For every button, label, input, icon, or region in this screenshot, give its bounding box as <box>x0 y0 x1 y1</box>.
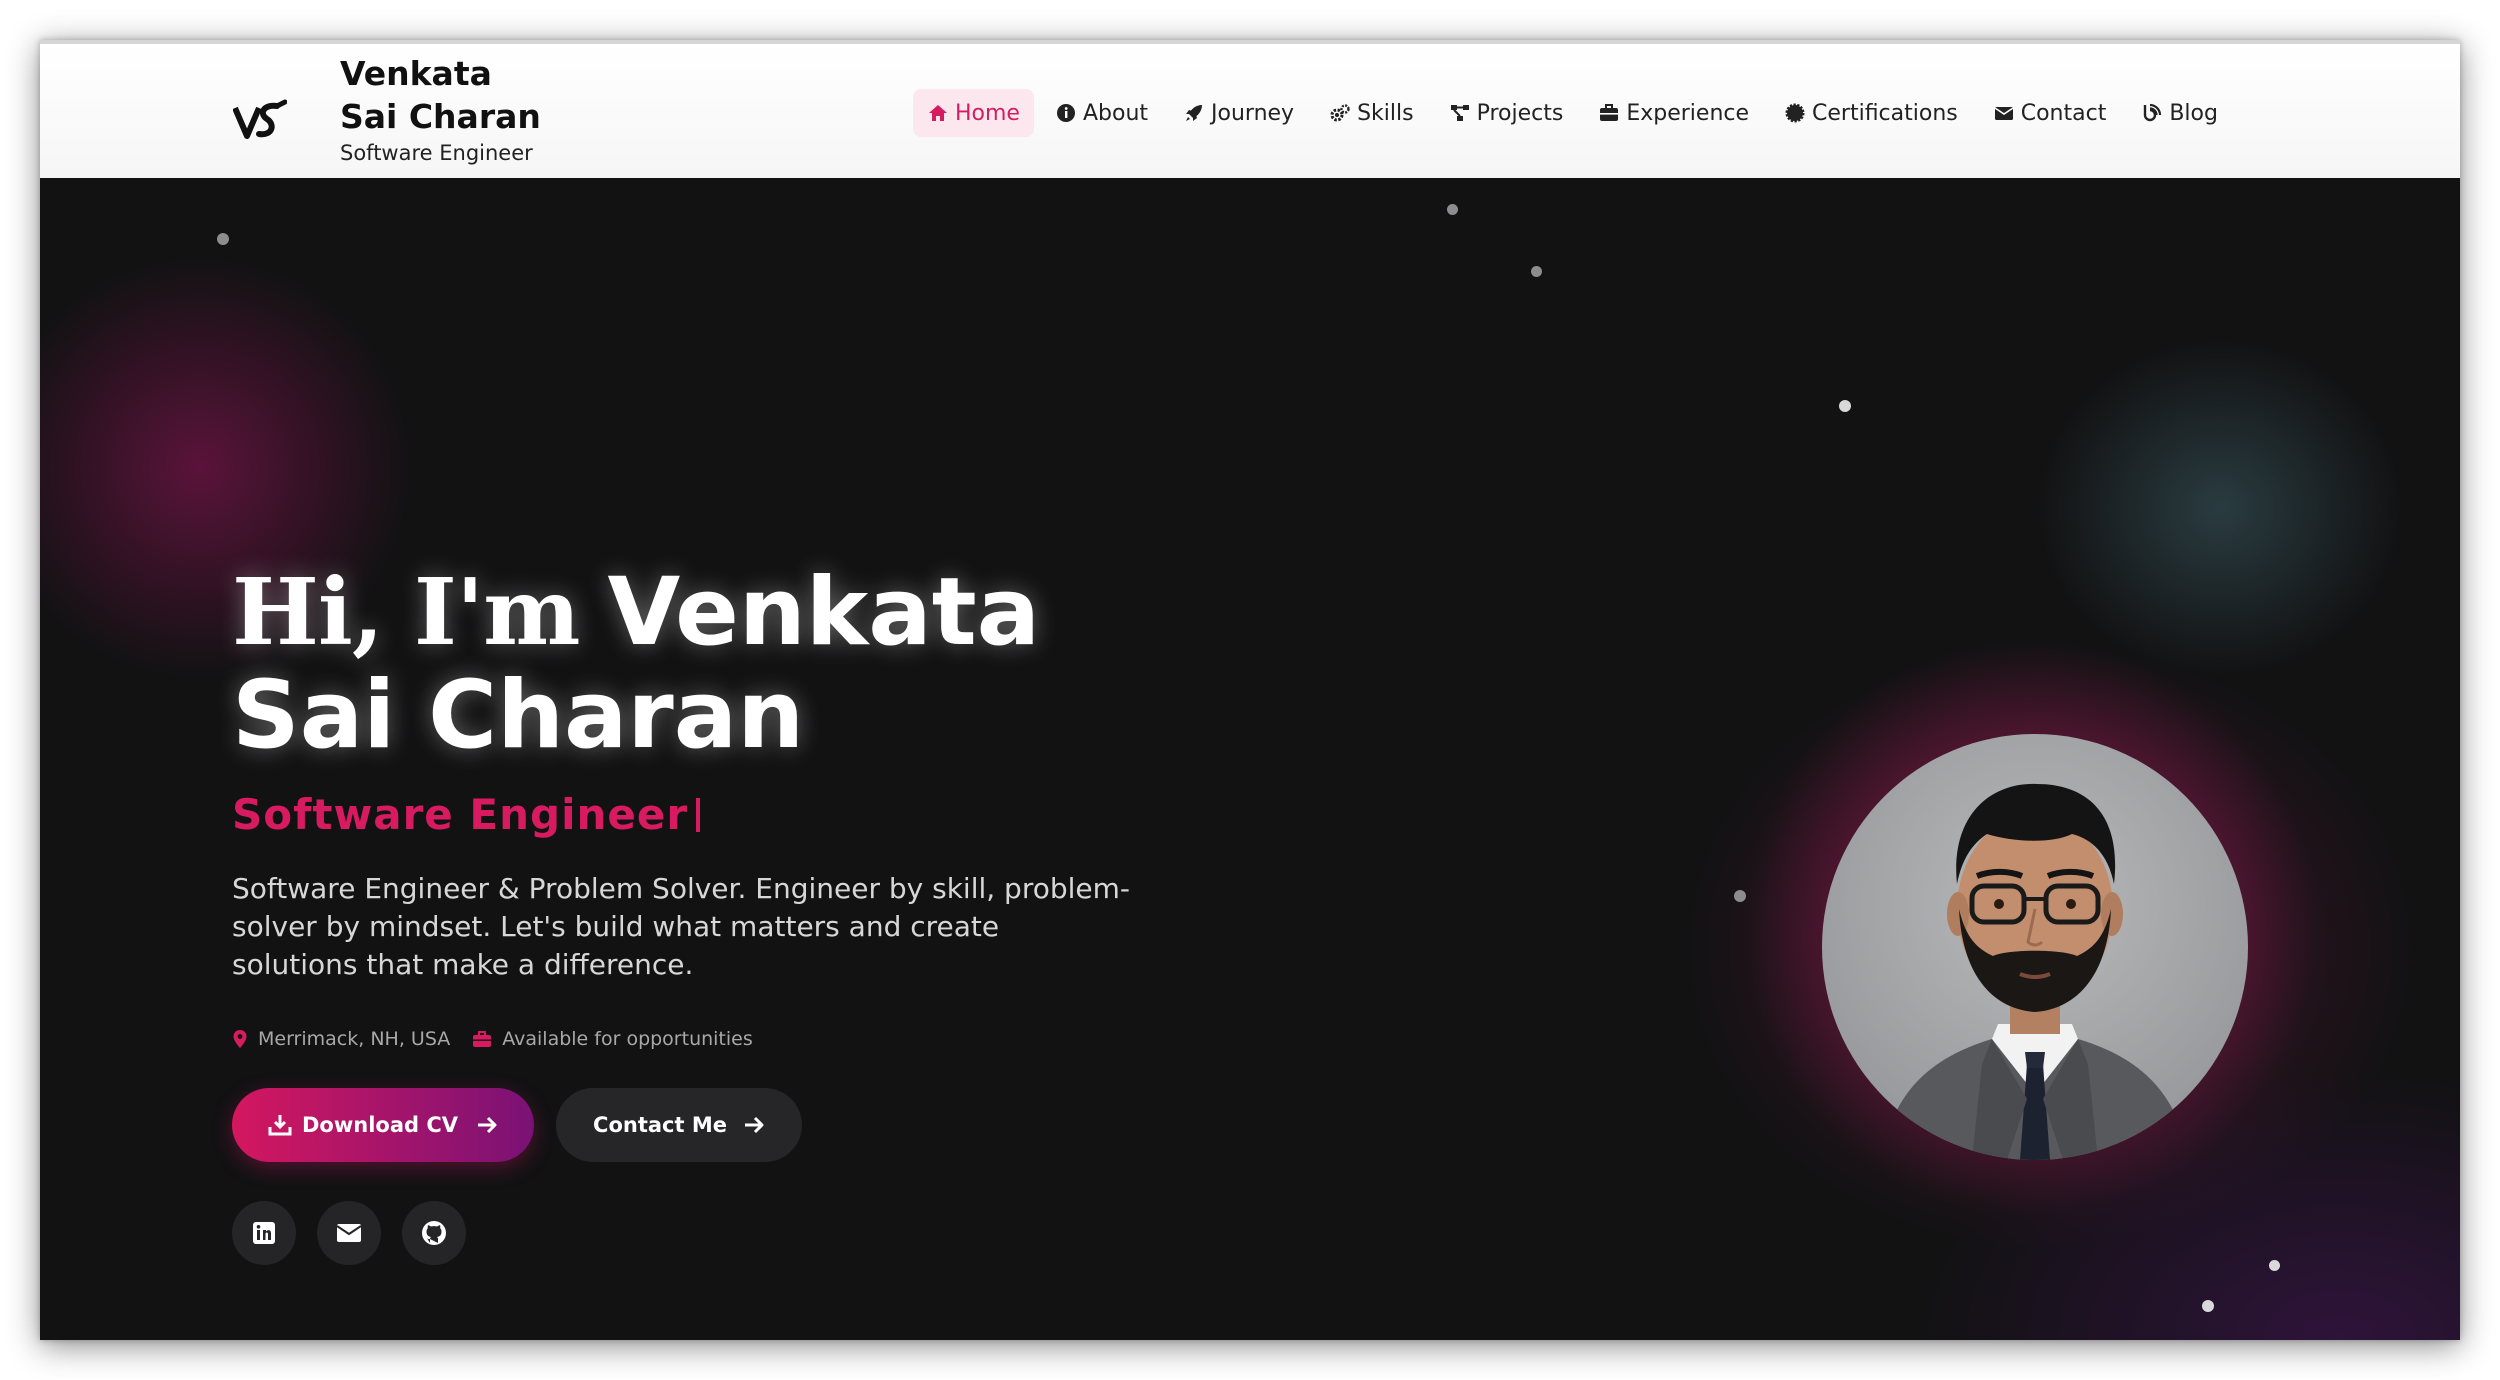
brand-name: Venkata Sai Charan <box>340 54 541 136</box>
profile-portrait-illustration <box>1882 783 2188 1160</box>
download-cv-button[interactable]: Download CV <box>232 1088 534 1162</box>
arrow-right-icon <box>478 1116 497 1134</box>
nav-item-skills[interactable]: Skills <box>1315 89 1428 137</box>
brand[interactable]: Venkata Sai Charan Software Engineer <box>230 52 560 165</box>
particle-dot <box>1447 204 1458 215</box>
rocket-icon <box>1183 102 1205 124</box>
nav-item-blog[interactable]: Blog <box>2127 89 2232 137</box>
nav-item-projects[interactable]: Projects <box>1435 89 1578 137</box>
main-nav: Home About Journey Skills Projects Exper… <box>913 89 2239 137</box>
hero-headline: Hi, I'm Venkata Sai Charan <box>232 558 1040 766</box>
nav-label: Experience <box>1626 100 1750 126</box>
nav-label: About <box>1082 100 1149 126</box>
hero-meta: Merrimack, NH, USA Available for opportu… <box>232 1028 775 1050</box>
contact-me-label: Contact Me <box>593 1113 727 1137</box>
nav-label: Journey <box>1211 100 1295 126</box>
hero-description: Software Engineer & Problem Solver. Engi… <box>232 872 1131 981</box>
particle-dot <box>1531 266 1542 277</box>
nav-label: Skills <box>1357 100 1414 126</box>
download-cv-label: Download CV <box>301 1113 458 1137</box>
greeting: Hi, I'm <box>232 558 580 666</box>
browser-viewport: Venkata Sai Charan Software Engineer Hom… <box>40 40 2460 1340</box>
nav-item-certifications[interactable]: Certifications <box>1770 89 1972 137</box>
role-text: Software Engineer <box>232 790 689 839</box>
download-icon <box>268 1115 292 1136</box>
location-pin-icon <box>233 1030 247 1048</box>
briefcase-icon <box>473 1031 492 1047</box>
project-diagram-icon <box>1449 102 1471 124</box>
nav-label: Contact <box>2020 100 2107 126</box>
name-rest: Sai Charan <box>232 661 805 770</box>
social-links <box>232 1201 487 1265</box>
certificate-icon <box>1784 102 1806 124</box>
email-link[interactable] <box>317 1201 381 1265</box>
nav-label: Blog <box>2169 100 2218 126</box>
particle-dot <box>2202 1300 2214 1312</box>
briefcase-icon <box>1598 102 1620 124</box>
particle-dot <box>2269 1260 2280 1271</box>
envelope-icon <box>336 1224 362 1242</box>
gears-icon <box>1329 102 1351 124</box>
info-icon <box>1055 102 1077 124</box>
particle-dot <box>217 233 229 245</box>
availability-text: Available for opportunities <box>502 1028 753 1050</box>
hero-section: Hi, I'm Venkata Sai Charan Software Engi… <box>40 178 2460 1340</box>
hero-actions: Download CV Contact Me <box>232 1088 802 1162</box>
typing-cursor <box>696 797 701 832</box>
nav-label: Certifications <box>1812 100 1958 126</box>
nav-item-experience[interactable]: Experience <box>1584 89 1763 137</box>
nav-item-about[interactable]: About <box>1041 89 1162 137</box>
particle-dot <box>1839 400 1851 412</box>
nav-item-home[interactable]: Home <box>913 89 1034 137</box>
github-icon <box>422 1221 446 1245</box>
blog-icon <box>2141 102 2163 124</box>
top-navbar: Venkata Sai Charan Software Engineer Hom… <box>40 40 2460 178</box>
arrow-right-icon <box>744 1116 764 1134</box>
profile-photo <box>1822 734 2248 1160</box>
linkedin-link[interactable] <box>232 1201 296 1265</box>
nav-item-journey[interactable]: Journey <box>1169 89 1308 137</box>
github-link[interactable] <box>402 1201 466 1265</box>
nav-label: Projects <box>1476 100 1564 126</box>
nav-label: Home <box>955 100 1020 126</box>
typed-role: Software Engineer <box>232 790 701 839</box>
envelope-icon <box>1993 102 2015 124</box>
location-text: Merrimack, NH, USA <box>258 1028 451 1050</box>
name-first: Venkata <box>607 558 1041 667</box>
linkedin-icon <box>253 1222 275 1244</box>
vs-logo-icon <box>230 92 290 152</box>
nav-item-contact[interactable]: Contact <box>1979 89 2121 137</box>
brand-role: Software Engineer <box>340 141 533 165</box>
home-icon <box>927 102 949 124</box>
contact-me-button[interactable]: Contact Me <box>556 1088 802 1162</box>
